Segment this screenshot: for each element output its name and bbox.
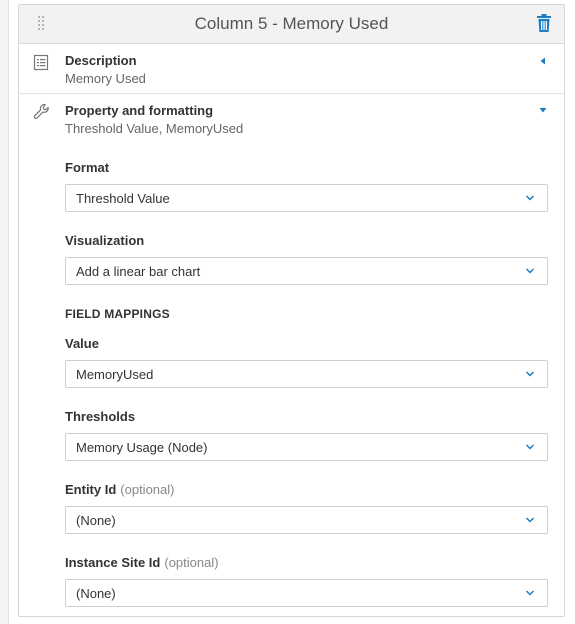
panel-title: Column 5 - Memory Used bbox=[194, 14, 389, 33]
trash-icon[interactable] bbox=[536, 14, 552, 33]
thresholds-select-value: Memory Usage (Node) bbox=[76, 439, 208, 455]
instance-site-id-optional: (optional) bbox=[164, 555, 219, 570]
entity-id-optional: (optional) bbox=[120, 482, 175, 497]
entity-id-label: Entity Id (optional) bbox=[65, 482, 548, 498]
description-subtitle: Memory Used bbox=[65, 71, 146, 86]
instance-site-id-select[interactable]: (None) bbox=[65, 579, 548, 607]
left-edge-strip bbox=[0, 0, 9, 624]
visualization-select-value: Add a linear bar chart bbox=[76, 263, 201, 279]
caret-left-icon[interactable] bbox=[538, 56, 548, 66]
instance-site-id-select-value: (None) bbox=[76, 585, 116, 601]
value-select-value: MemoryUsed bbox=[76, 366, 154, 382]
property-text[interactable]: Property and formatting Threshold Value,… bbox=[65, 103, 243, 137]
instance-site-id-label: Instance Site Id (optional) bbox=[65, 555, 548, 571]
chevron-down-icon bbox=[525, 444, 535, 450]
description-text: Description Memory Used bbox=[65, 53, 146, 87]
property-subtitle: Threshold Value, MemoryUsed bbox=[65, 121, 244, 136]
chevron-down-icon bbox=[525, 371, 535, 377]
description-section[interactable]: Description Memory Used bbox=[19, 44, 564, 94]
field-mappings-heading: FIELD MAPPINGS bbox=[65, 307, 170, 321]
thresholds-label: Thresholds bbox=[65, 409, 136, 424]
value-select[interactable]: MemoryUsed bbox=[65, 360, 548, 388]
chevron-down-icon bbox=[525, 517, 535, 523]
entity-id-select-value: (None) bbox=[76, 512, 116, 528]
instance-site-id-label-text: Instance Site Id bbox=[65, 555, 161, 570]
property-title: Property and formatting bbox=[65, 103, 214, 118]
entity-id-label-text: Entity Id bbox=[65, 482, 117, 497]
property-fields: Format Threshold Value Visualization Add… bbox=[65, 146, 548, 607]
value-label: Value bbox=[65, 336, 99, 351]
format-select[interactable]: Threshold Value bbox=[65, 184, 548, 212]
panel-header: Column 5 - Memory Used bbox=[19, 5, 564, 44]
visualization-label: Visualization bbox=[65, 233, 145, 248]
wrench-icon bbox=[33, 103, 49, 119]
description-title: Description bbox=[65, 53, 137, 68]
list-icon bbox=[33, 54, 49, 71]
entity-id-select[interactable]: (None) bbox=[65, 506, 548, 534]
drag-handle-icon[interactable] bbox=[38, 16, 46, 32]
chevron-down-icon bbox=[525, 590, 535, 596]
visualization-select[interactable]: Add a linear bar chart bbox=[65, 257, 548, 285]
thresholds-select[interactable]: Memory Usage (Node) bbox=[65, 433, 548, 461]
column-config-panel: Column 5 - Memory Used Description Memor… bbox=[18, 4, 565, 617]
format-select-value: Threshold Value bbox=[76, 190, 170, 206]
chevron-down-icon bbox=[525, 268, 535, 274]
property-section: Property and formatting Threshold Value,… bbox=[19, 94, 564, 616]
format-label: Format bbox=[65, 160, 110, 175]
chevron-down-icon bbox=[525, 195, 535, 201]
caret-down-icon[interactable] bbox=[538, 105, 548, 115]
